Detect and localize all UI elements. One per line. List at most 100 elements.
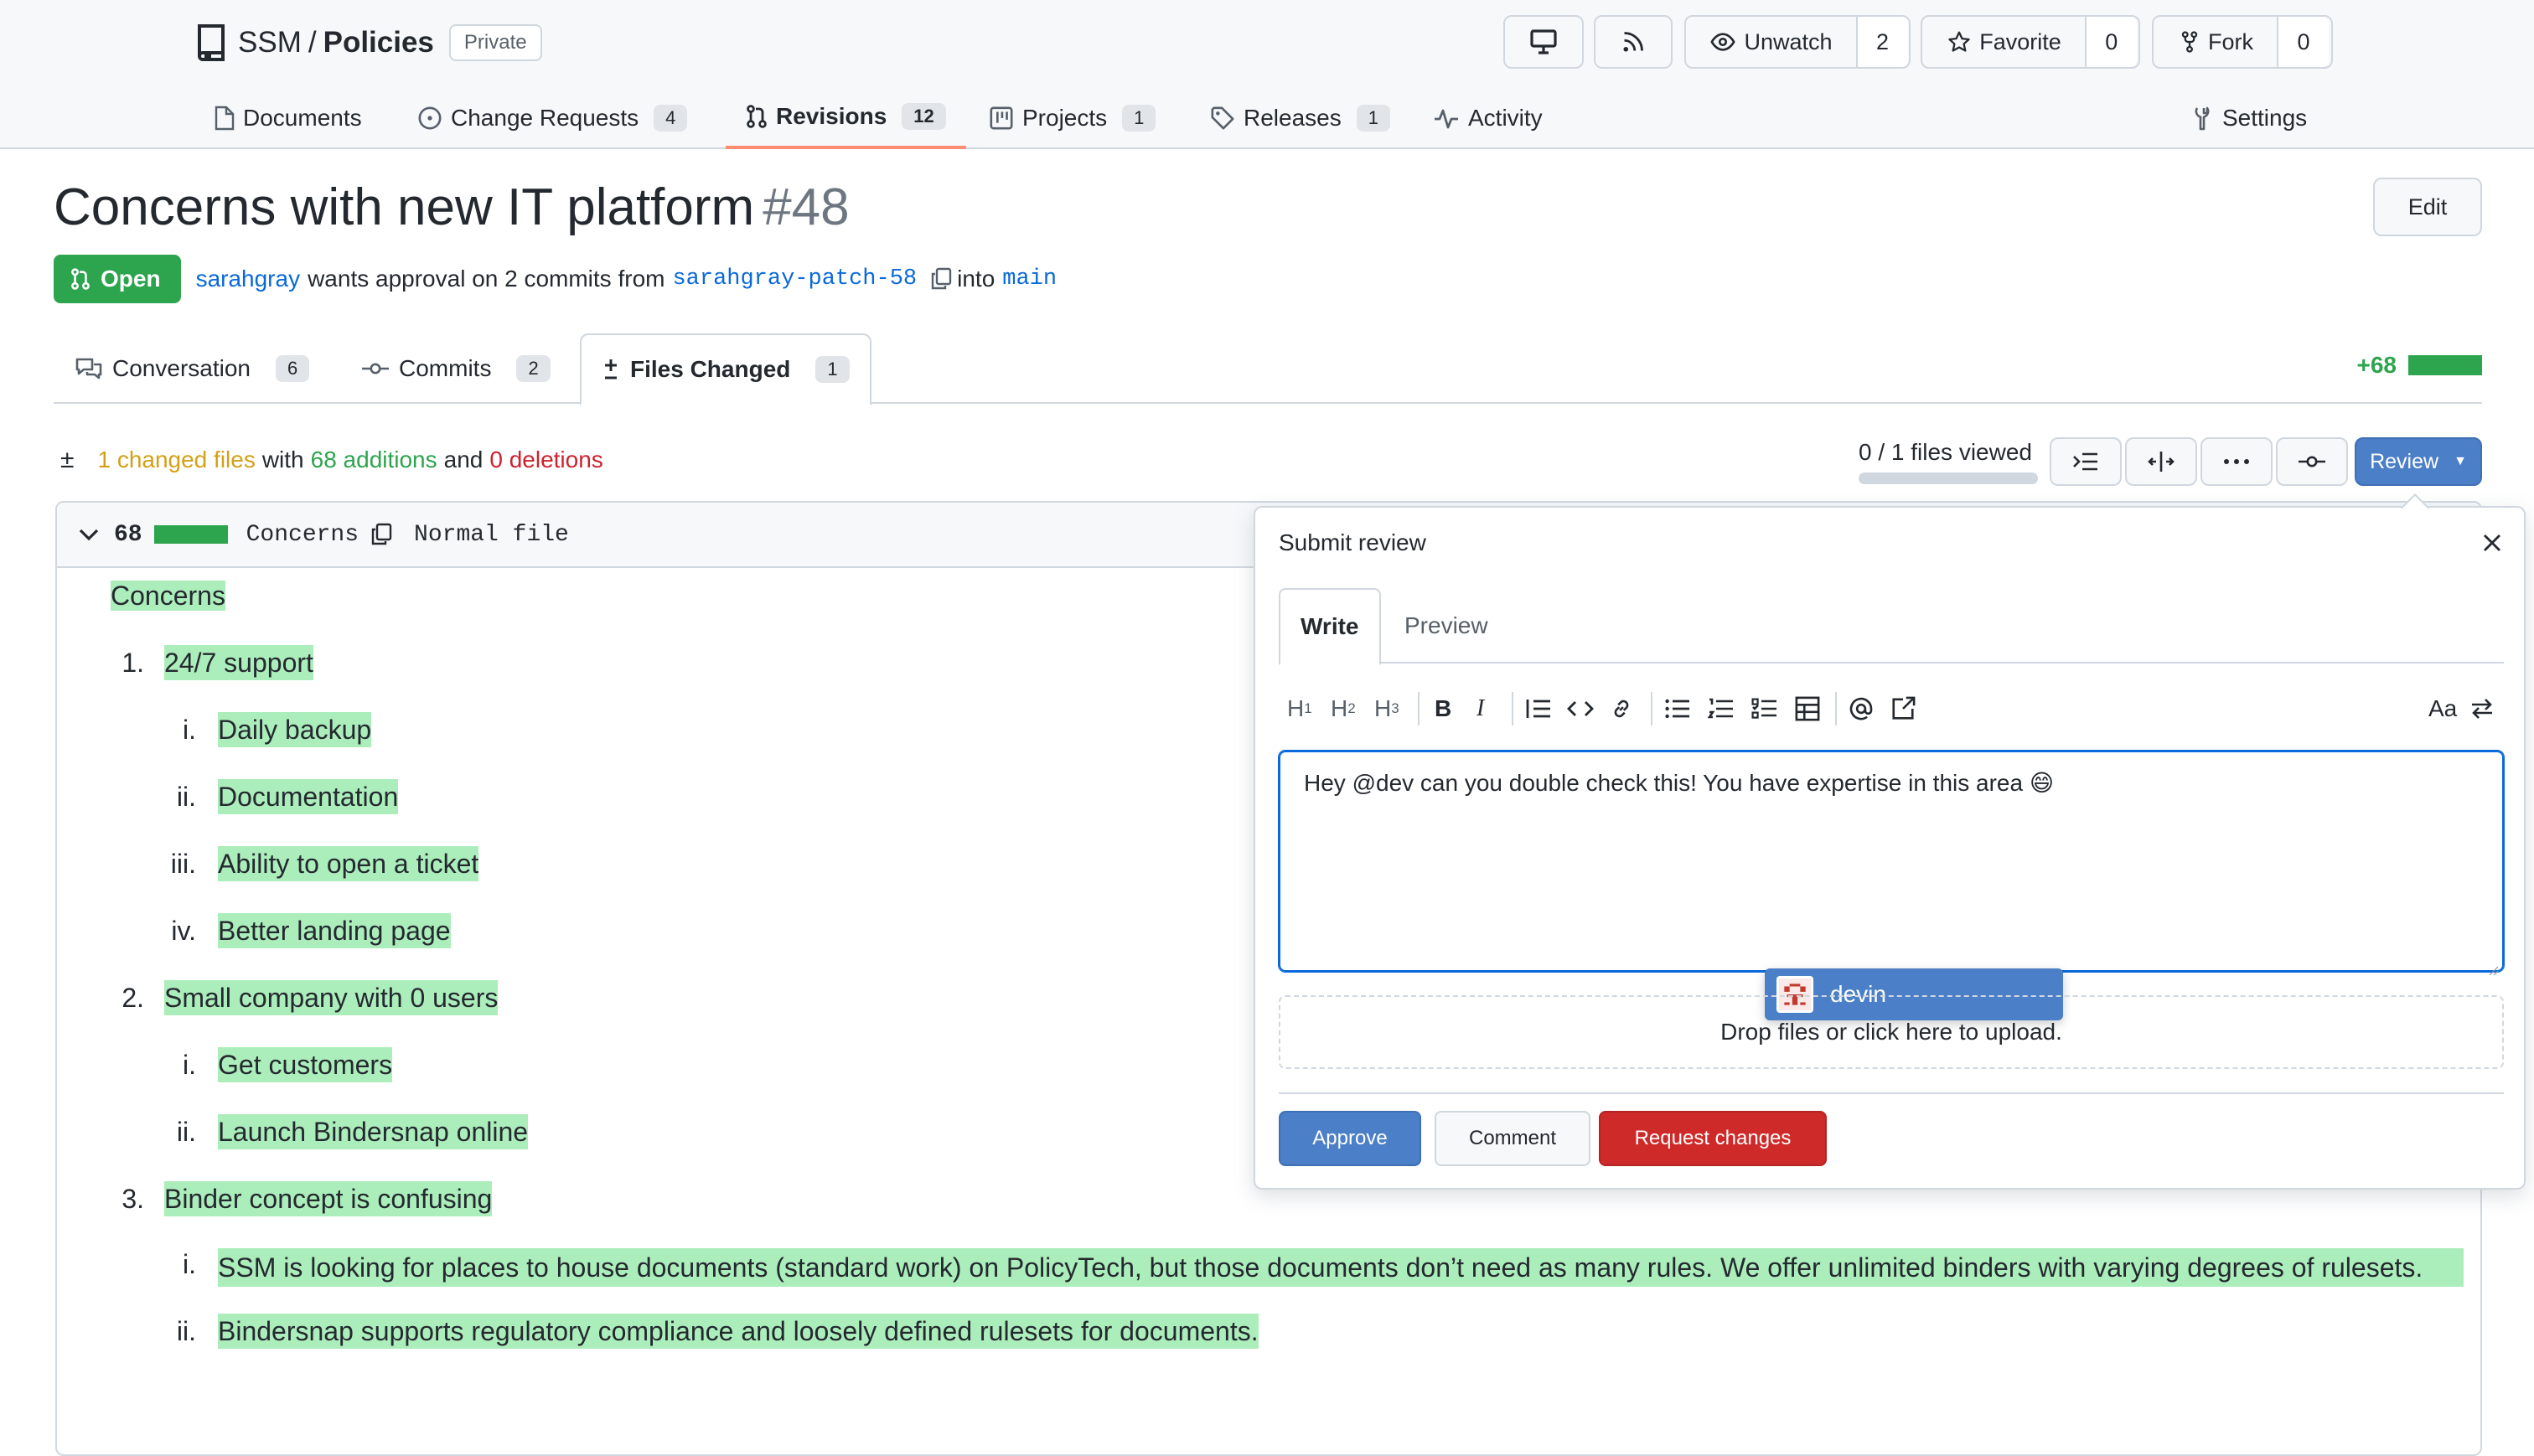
approve-button[interactable]: Approve <box>1279 1111 1421 1166</box>
code-icon[interactable] <box>1567 684 1594 734</box>
tab-files-changed[interactable]: Files Changed 1 <box>580 333 871 405</box>
pr-meta: Open sarahgray wants approval on 2 commi… <box>54 255 1057 303</box>
repo-tab-count: 1 <box>1122 105 1156 132</box>
pulse-icon <box>1433 107 1460 129</box>
request-changes-button[interactable]: Request changes <box>1599 1111 1827 1166</box>
repo-tab-revisions[interactable]: Revisions 12 <box>726 87 966 149</box>
close-icon[interactable] <box>2477 528 2507 558</box>
repo-tab-label: Projects <box>1022 105 1108 131</box>
rss-button[interactable] <box>1594 15 1673 69</box>
files-summary: ± 1 changed files with 68 additions and … <box>60 446 603 474</box>
bulleted-list-icon[interactable] <box>1664 684 1691 734</box>
tab-count: 1 <box>815 356 850 383</box>
bold-button[interactable]: B <box>1435 684 1451 734</box>
toolbar-divider <box>1512 692 1513 725</box>
repo-tab-settings[interactable]: Settings <box>2190 87 2307 149</box>
status-label: Open <box>101 266 161 292</box>
repo-tab-projects[interactable]: Projects 1 <box>989 87 1156 149</box>
repo-name-link[interactable]: Policies <box>323 26 434 59</box>
commit-selector-button[interactable] <box>2276 437 2348 486</box>
copy-icon[interactable] <box>370 523 392 546</box>
tag-icon <box>1210 106 1235 131</box>
review-comment-textarea[interactable]: Hey @dev can you double check this! You … <box>1279 751 2504 976</box>
and-text: and <box>443 447 484 472</box>
repo-tab-label: Activity <box>1468 105 1543 131</box>
fork-count: 0 <box>2277 17 2329 67</box>
heading-1-button[interactable]: H1 <box>1287 684 1312 734</box>
deletions-count: 0 deletions <box>489 447 603 472</box>
unwatch-button[interactable]: Unwatch 2 <box>1684 15 1911 69</box>
repo-tab-change-requests[interactable]: Change Requests 4 <box>417 87 688 149</box>
mention-icon[interactable] <box>1849 684 1874 734</box>
pr-tabs: Conversation 6 Commits 2 Files Changed 1… <box>54 333 2482 405</box>
repo-owner-link[interactable]: SSM <box>238 26 302 59</box>
comment-text: Hey @dev can you double check this! You … <box>1304 770 2055 796</box>
edit-button[interactable]: Edit <box>2373 178 2482 236</box>
repo-tab-activity[interactable]: Activity <box>1433 87 1543 149</box>
pr-title-text: Concerns with new IT platform <box>54 178 755 236</box>
repo-slash: / <box>308 26 317 59</box>
favorite-count: 0 <box>2084 17 2137 67</box>
heading-2-button[interactable]: H2 <box>1331 684 1356 734</box>
review-button[interactable]: Review ▼ <box>2355 437 2482 486</box>
commit-icon <box>2299 453 2325 470</box>
comment-discussion-icon <box>75 357 102 380</box>
files-viewed-progress <box>1859 472 2038 484</box>
tab-count: 2 <box>516 355 551 382</box>
target-branch-link[interactable]: main <box>1002 266 1057 292</box>
visibility-badge: Private <box>448 24 542 61</box>
table-icon[interactable] <box>1795 684 1820 734</box>
tool-icon <box>2190 106 2214 131</box>
tab-preview[interactable]: Preview <box>1404 588 1488 663</box>
repo-tab-releases[interactable]: Releases 1 <box>1210 87 1390 149</box>
repo-tab-label: Documents <box>243 105 362 131</box>
diffstat: +68 <box>2356 352 2482 379</box>
tab-label: Files Changed <box>630 356 791 382</box>
comment-button[interactable]: Comment <box>1435 1111 1590 1166</box>
toolbar-divider <box>1418 692 1420 725</box>
copy-icon[interactable] <box>930 267 952 291</box>
tab-write[interactable]: Write <box>1279 588 1381 665</box>
link-icon[interactable] <box>1609 684 1634 734</box>
fork-icon <box>2180 30 2200 54</box>
desktop-button[interactable] <box>1503 15 1584 69</box>
tab-conversation[interactable]: Conversation 6 <box>75 333 310 404</box>
repo-tab-label: Change Requests <box>451 105 639 131</box>
repo-tab-label: Releases <box>1244 105 1342 131</box>
chevron-down-icon[interactable] <box>79 528 99 541</box>
tab-label: Commits <box>399 355 492 381</box>
task-list-icon[interactable] <box>1751 684 1778 734</box>
commit-icon <box>362 360 389 377</box>
list-indent-icon <box>2072 451 2099 472</box>
fork-button[interactable]: Fork 0 <box>2152 15 2333 69</box>
repo-tab-documents[interactable]: Documents <box>215 87 362 149</box>
resize-handle[interactable] <box>2487 955 2499 976</box>
tab-commits[interactable]: Commits 2 <box>362 333 551 404</box>
repo-tab-count: 4 <box>654 105 688 132</box>
repo-tab-count: 12 <box>902 103 946 130</box>
numbered-list-icon[interactable] <box>1708 684 1735 734</box>
source-branch-link[interactable]: sarahgray-patch-58 <box>672 266 917 292</box>
more-options-button[interactable] <box>2200 437 2273 486</box>
favorite-label: Favorite <box>1979 28 2061 54</box>
italic-button[interactable]: I <box>1476 684 1484 734</box>
diffstat-bar <box>2408 355 2482 375</box>
split-view-button[interactable] <box>2125 437 2197 486</box>
quote-icon[interactable] <box>1525 684 1552 734</box>
cross-reference-icon[interactable] <box>1890 684 1916 734</box>
author-link[interactable]: sarahgray <box>196 266 301 292</box>
into-text: into <box>957 266 995 292</box>
repo-book-icon <box>194 23 228 63</box>
file-type: Normal file <box>414 521 569 548</box>
file-tree-toggle-button[interactable] <box>2050 437 2122 486</box>
text-size-button[interactable]: Aa <box>2428 684 2457 734</box>
file-upload-dropzone[interactable]: Drop files or click here to upload. <box>1279 995 2504 1069</box>
switch-mode-icon[interactable] <box>2470 684 2494 734</box>
doc-heading: Concerns <box>111 581 225 611</box>
heading-3-button[interactable]: H3 <box>1374 684 1399 734</box>
diffstat-additions: +68 <box>2356 352 2397 378</box>
split-arrows-icon <box>2148 450 2175 473</box>
favorite-button[interactable]: Favorite 0 <box>1921 15 2140 69</box>
unwatch-label: Unwatch <box>1744 28 1833 54</box>
changed-files-link[interactable]: 1 changed files <box>97 447 255 473</box>
